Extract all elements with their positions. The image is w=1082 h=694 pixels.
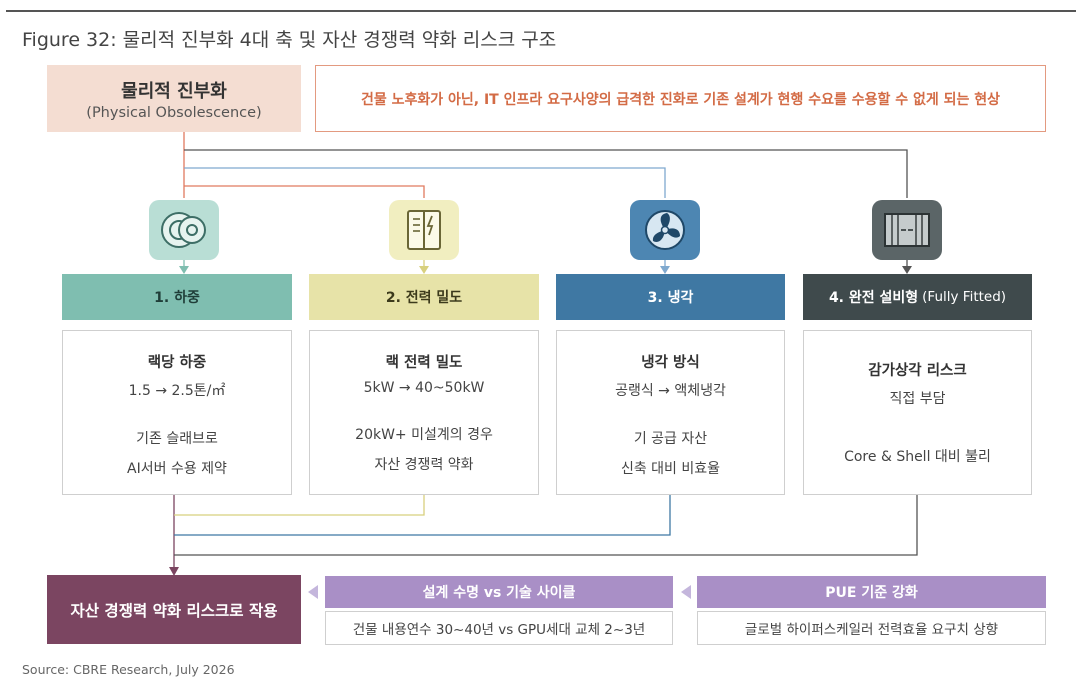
source-note: Source: CBRE Research, July 2026	[22, 662, 235, 677]
card-title: 랙 전력 밀도	[385, 355, 463, 371]
result-box: 자산 경쟁력 약화 리스크로 작용	[47, 575, 301, 644]
card-note: 기 공급 자산	[633, 431, 708, 447]
electrical-panel-icon	[389, 200, 459, 260]
merge-lines-bottom	[173, 495, 918, 568]
card-note: 신축 대비 비효율	[620, 461, 721, 477]
category-header-label: 4. 완전 설비형	[828, 290, 919, 306]
cable-reel-icon	[149, 200, 219, 260]
factor-header-label: 설계 수명 vs 기술 사이클	[422, 585, 576, 601]
card-note: 기존 슬래브로	[136, 431, 218, 447]
category-card-cooling: 냉각 방식 공랭식 → 액체냉각 기 공급 자산 신축 대비 비효율	[556, 330, 785, 495]
card-note: 20kW+ 미설계의 경우	[355, 427, 493, 443]
category-header-load: 1. 하중	[62, 274, 292, 320]
factor-pue-header: PUE 기준 강화	[697, 576, 1046, 608]
factor-body-text: 글로벌 하이퍼스케일러 전력효율 요구치 상향	[744, 622, 999, 638]
card-detail: 5kW → 40~50kW	[363, 380, 485, 396]
category-header-label: 3. 냉각	[647, 290, 694, 306]
category-header-suffix: (Fully Fitted)	[922, 289, 1007, 305]
card-detail: 공랭식 → 액체냉각	[615, 383, 726, 399]
category-header-cooling: 3. 냉각	[556, 274, 785, 320]
arrowheads-top	[179, 266, 912, 274]
category-header-label: 1. 하중	[154, 290, 200, 306]
card-title: 랙당 하중	[147, 355, 207, 371]
fan-icon	[630, 200, 700, 260]
server-rack-icon	[872, 200, 942, 260]
left-pointer-icon	[681, 585, 691, 599]
card-title: 감가상각 리스크	[868, 363, 967, 379]
card-title: 냉각 방식	[641, 355, 700, 371]
category-card-power-density: 랙 전력 밀도 5kW → 40~50kW 20kW+ 미설계의 경우 자산 경…	[309, 330, 539, 495]
category-header-label: 2. 전력 밀도	[385, 290, 463, 306]
factor-header-label: PUE 기준 강화	[825, 585, 918, 601]
card-note: Core & Shell 대비 불리	[844, 449, 991, 465]
branch-lines-top	[183, 132, 908, 272]
card-detail: 직접 부담	[889, 391, 946, 407]
category-card-load: 랙당 하중 1.5 → 2.5톤/㎡ 기존 슬래브로 AI서버 수용 제약	[62, 330, 292, 495]
left-pointer-icon	[308, 585, 318, 599]
card-note: AI서버 수용 제약	[127, 461, 227, 477]
card-detail: 1.5 → 2.5톤/㎡	[128, 383, 226, 399]
factor-body-text: 건물 내용연수 30~40년 vs GPU세대 교체 2~3년	[352, 622, 646, 638]
factor-design-life-body: 건물 내용연수 30~40년 vs GPU세대 교체 2~3년	[325, 611, 673, 645]
category-card-fully-fitted: 감가상각 리스크 직접 부담 Core & Shell 대비 불리	[803, 330, 1032, 495]
factor-pue-body: 글로벌 하이퍼스케일러 전력효율 요구치 상향	[697, 611, 1046, 645]
factor-design-life-header: 설계 수명 vs 기술 사이클	[325, 576, 673, 608]
category-header-power-density: 2. 전력 밀도	[309, 274, 539, 320]
result-label: 자산 경쟁력 약화 리스크로 작용	[70, 601, 278, 620]
card-note: 자산 경쟁력 약화	[374, 457, 474, 473]
category-header-fully-fitted: 4. 완전 설비형 (Fully Fitted)	[803, 274, 1032, 320]
